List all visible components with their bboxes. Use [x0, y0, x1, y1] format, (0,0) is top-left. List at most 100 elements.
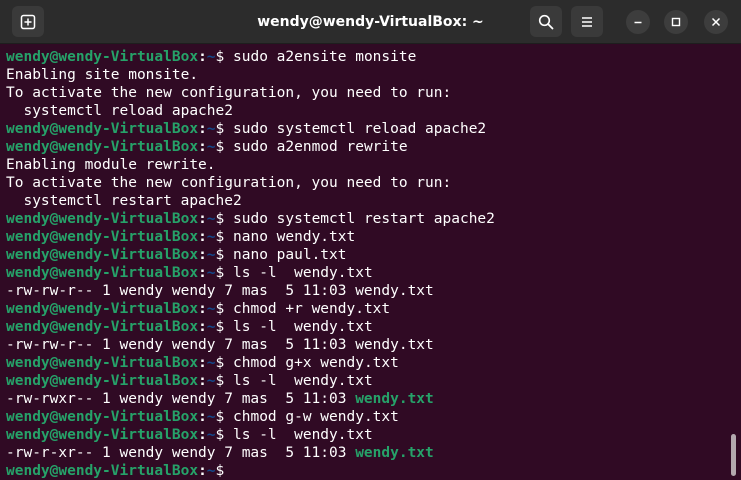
- close-icon: [711, 17, 721, 27]
- prompt-symbol: $: [215, 463, 233, 479]
- hamburger-menu-icon: [582, 16, 592, 27]
- prompt-line: wendy@wendy-VirtualBox:~$ sudo a2ensite …: [6, 48, 741, 66]
- output-text: Enabling module rewrite.: [6, 157, 216, 173]
- listing-filename: wendy.txt: [355, 445, 434, 461]
- terminal-output[interactable]: wendy@wendy-VirtualBox:~$ sudo a2ensite …: [0, 44, 741, 480]
- command-text: ls -l wendy.txt: [233, 265, 373, 281]
- prompt-line: wendy@wendy-VirtualBox:~$ ls -l wendy.tx…: [6, 264, 741, 282]
- prompt-path: ~: [206, 301, 216, 317]
- prompt-line: wendy@wendy-VirtualBox:~$ chmod g+x wend…: [6, 354, 741, 372]
- output-text: To activate the new configuration, you n…: [6, 175, 452, 191]
- prompt-symbol: $: [215, 355, 233, 371]
- command-text: sudo systemctl restart apache2: [233, 211, 495, 227]
- search-icon: [538, 14, 554, 29]
- prompt-line: wendy@wendy-VirtualBox:~$ ls -l wendy.tx…: [6, 318, 741, 336]
- minimize-button[interactable]: [626, 10, 650, 34]
- prompt-symbol: $: [215, 49, 233, 65]
- command-text: nano wendy.txt: [233, 229, 356, 245]
- prompt-line: wendy@wendy-VirtualBox:~$ nano paul.txt: [6, 246, 741, 264]
- listing-filename: wendy.txt: [355, 391, 434, 407]
- terminal-window: wendy@wendy-VirtualBox: ~ wendy@wendy-Vi…: [0, 0, 741, 480]
- prompt-path: ~: [206, 373, 216, 389]
- prompt-symbol: $: [215, 139, 233, 155]
- command-text: nano paul.txt: [233, 247, 347, 263]
- prompt-colon: :: [198, 355, 207, 371]
- prompt-colon: :: [198, 247, 207, 263]
- prompt-user-host: wendy@wendy-VirtualBox: [6, 247, 199, 263]
- prompt-line: wendy@wendy-VirtualBox:~$ sudo a2enmod r…: [6, 138, 741, 156]
- prompt-path: ~: [206, 319, 216, 335]
- output-text: systemctl reload apache2: [6, 103, 233, 119]
- output-line: To activate the new configuration, you n…: [6, 84, 741, 102]
- prompt-colon: :: [198, 427, 207, 443]
- prompt-path: ~: [206, 409, 216, 425]
- prompt-colon: :: [198, 49, 207, 65]
- prompt-colon: :: [198, 409, 207, 425]
- output-text: To activate the new configuration, you n…: [6, 85, 452, 101]
- menu-button[interactable]: [571, 6, 603, 37]
- prompt-user-host: wendy@wendy-VirtualBox: [6, 301, 199, 317]
- command-text: ls -l wendy.txt: [233, 427, 373, 443]
- command-text: sudo a2enmod rewrite: [233, 139, 408, 155]
- output-line: To activate the new configuration, you n…: [6, 174, 741, 192]
- prompt-path: ~: [206, 139, 216, 155]
- command-text: chmod +r wendy.txt: [233, 301, 391, 317]
- prompt-symbol: $: [215, 247, 233, 263]
- prompt-colon: :: [198, 319, 207, 335]
- command-text: ls -l wendy.txt: [233, 373, 373, 389]
- prompt-colon: :: [198, 373, 207, 389]
- prompt-path: ~: [206, 49, 216, 65]
- prompt-user-host: wendy@wendy-VirtualBox: [6, 427, 199, 443]
- prompt-colon: :: [198, 229, 207, 245]
- prompt-colon: :: [198, 301, 207, 317]
- output-line: Enabling module rewrite.: [6, 156, 741, 174]
- prompt-path: ~: [206, 247, 216, 263]
- prompt-line: wendy@wendy-VirtualBox:~$ chmod g-w wend…: [6, 408, 741, 426]
- output-text: Enabling site monsite.: [6, 67, 199, 83]
- minimize-icon: [634, 21, 642, 24]
- prompt-user-host: wendy@wendy-VirtualBox: [6, 211, 199, 227]
- prompt-user-host: wendy@wendy-VirtualBox: [6, 139, 199, 155]
- prompt-path: ~: [206, 463, 216, 479]
- output-text: systemctl restart apache2: [6, 193, 242, 209]
- prompt-symbol: $: [215, 373, 233, 389]
- listing-filename: wendy.txt: [355, 337, 434, 353]
- command-text: sudo systemctl reload apache2: [233, 121, 487, 137]
- prompt-path: ~: [206, 229, 216, 245]
- prompt-line: wendy@wendy-VirtualBox:~$ nano wendy.txt: [6, 228, 741, 246]
- prompt-path: ~: [206, 121, 216, 137]
- close-button[interactable]: [704, 10, 728, 34]
- prompt-symbol: $: [215, 229, 233, 245]
- prompt-path: ~: [206, 355, 216, 371]
- prompt-line: wendy@wendy-VirtualBox:~$ sudo systemctl…: [6, 120, 741, 138]
- listing-details: -rw-rwxr-- 1 wendy wendy 7 mas 5 11:03: [6, 391, 356, 407]
- prompt-user-host: wendy@wendy-VirtualBox: [6, 319, 199, 335]
- prompt-symbol: $: [215, 121, 233, 137]
- prompt-user-host: wendy@wendy-VirtualBox: [6, 229, 199, 245]
- title-bar[interactable]: wendy@wendy-VirtualBox: ~: [0, 0, 741, 44]
- command-text: sudo a2ensite monsite: [233, 49, 417, 65]
- scrollbar-thumb[interactable]: [731, 434, 736, 476]
- command-text: chmod g-w wendy.txt: [233, 409, 399, 425]
- prompt-path: ~: [206, 211, 216, 227]
- output-line: systemctl reload apache2: [6, 102, 741, 120]
- prompt-line: wendy@wendy-VirtualBox:~$: [6, 462, 741, 480]
- prompt-user-host: wendy@wendy-VirtualBox: [6, 49, 199, 65]
- prompt-line: wendy@wendy-VirtualBox:~$ ls -l wendy.tx…: [6, 426, 741, 444]
- maximize-icon: [671, 17, 681, 27]
- command-text: chmod g+x wendy.txt: [233, 355, 399, 371]
- listing-line: -rw-rw-r-- 1 wendy wendy 7 mas 5 11:03 w…: [6, 282, 741, 300]
- prompt-colon: :: [198, 463, 207, 479]
- listing-line: -rw-rw-r-- 1 wendy wendy 7 mas 5 11:03 w…: [6, 336, 741, 354]
- prompt-user-host: wendy@wendy-VirtualBox: [6, 463, 199, 479]
- prompt-user-host: wendy@wendy-VirtualBox: [6, 265, 199, 281]
- prompt-user-host: wendy@wendy-VirtualBox: [6, 409, 199, 425]
- prompt-symbol: $: [215, 265, 233, 281]
- listing-line: -rw-rwxr-- 1 wendy wendy 7 mas 5 11:03 w…: [6, 390, 741, 408]
- prompt-line: wendy@wendy-VirtualBox:~$ chmod +r wendy…: [6, 300, 741, 318]
- maximize-button[interactable]: [664, 10, 688, 34]
- search-button[interactable]: [530, 6, 562, 37]
- listing-details: -rw-rw-r-- 1 wendy wendy 7 mas 5 11:03: [6, 283, 356, 299]
- prompt-symbol: $: [215, 211, 233, 227]
- listing-details: -rw-rw-r-- 1 wendy wendy 7 mas 5 11:03: [6, 337, 356, 353]
